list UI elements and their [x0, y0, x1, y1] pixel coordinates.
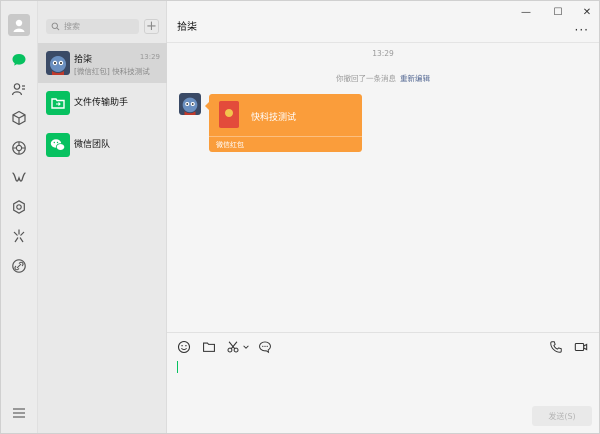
re-edit-link[interactable]: 重新编辑 [400, 74, 430, 83]
divider [209, 136, 362, 137]
voice-call-icon[interactable] [549, 340, 563, 354]
link-icon[interactable] [10, 257, 28, 275]
maximize-button[interactable]: ☐ [552, 6, 564, 18]
message-timestamp: 13:29 [372, 49, 394, 58]
chat-icon[interactable] [10, 51, 28, 69]
conversation-name: 拾柒 [74, 55, 93, 65]
moments-icon[interactable] [10, 139, 28, 157]
recall-text: 你撤回了一条消息 [336, 74, 396, 83]
file-transfer-icon [46, 91, 70, 115]
emoji-icon[interactable] [177, 340, 191, 354]
folder-icon[interactable] [202, 340, 216, 354]
conversation-item[interactable]: 拾柒 13:29 [微信红包] 快科技测试 [38, 43, 167, 83]
menu-icon[interactable] [10, 404, 28, 422]
search-icon [51, 22, 60, 31]
search-box[interactable] [46, 19, 139, 34]
conversation-name: 文件传输助手 [74, 98, 129, 108]
text-cursor [177, 361, 178, 373]
send-button[interactable]: 发送(S) [532, 406, 592, 426]
conversation-item[interactable]: 文件传输助手 [38, 83, 167, 123]
search-feature-icon[interactable] [10, 227, 28, 245]
mini-programs-icon[interactable] [10, 198, 28, 216]
sender-avatar[interactable] [179, 93, 201, 115]
conversation-preview: [微信红包] 快科技测试 [74, 67, 150, 76]
red-packet-message[interactable]: 快科技测试 微信红包 [205, 94, 362, 152]
bubble-arrow [205, 102, 209, 110]
user-icon [13, 19, 25, 32]
red-envelope-icon [219, 101, 239, 128]
search-input[interactable] [64, 22, 134, 31]
close-button[interactable]: ✕ [581, 6, 593, 18]
chat-bubble-icon[interactable] [258, 340, 272, 354]
add-button[interactable]: + [144, 19, 159, 34]
channels-icon[interactable] [10, 168, 28, 186]
favorites-icon[interactable] [10, 109, 28, 127]
contact-avatar [46, 51, 70, 75]
contacts-icon[interactable] [10, 80, 28, 98]
conversation-list: + 拾柒 13:29 [微信红包] 快科技测试 文件传输助手 微信团队 [38, 1, 167, 433]
more-options-button[interactable]: ··· [575, 23, 589, 37]
red-packet-footer: 微信红包 [216, 141, 244, 149]
minimize-button[interactable]: — [520, 6, 532, 18]
conversation-name: 微信团队 [74, 140, 111, 150]
chat-panel: — ☐ ✕ 拾柒 ··· 13:29 你撤回了一条消息 重新编辑 快科技测试 微信… [167, 1, 599, 433]
scissors-icon[interactable] [226, 340, 240, 354]
divider [167, 42, 599, 43]
wechat-team-icon [46, 133, 70, 157]
recall-notice: 你撤回了一条消息 重新编辑 [167, 73, 599, 84]
conversation-time: 13:29 [139, 53, 160, 61]
conversation-item[interactable]: 微信团队 [38, 125, 167, 165]
chevron-down-icon[interactable] [241, 340, 251, 354]
divider [167, 332, 599, 333]
chat-title: 拾柒 [177, 22, 197, 33]
user-avatar[interactable] [8, 14, 30, 36]
red-packet-title: 快科技测试 [251, 113, 297, 123]
nav-rail [1, 1, 38, 433]
video-call-icon[interactable] [574, 340, 588, 354]
wechat-window: + 拾柒 13:29 [微信红包] 快科技测试 文件传输助手 微信团队 — ☐ … [0, 0, 600, 434]
